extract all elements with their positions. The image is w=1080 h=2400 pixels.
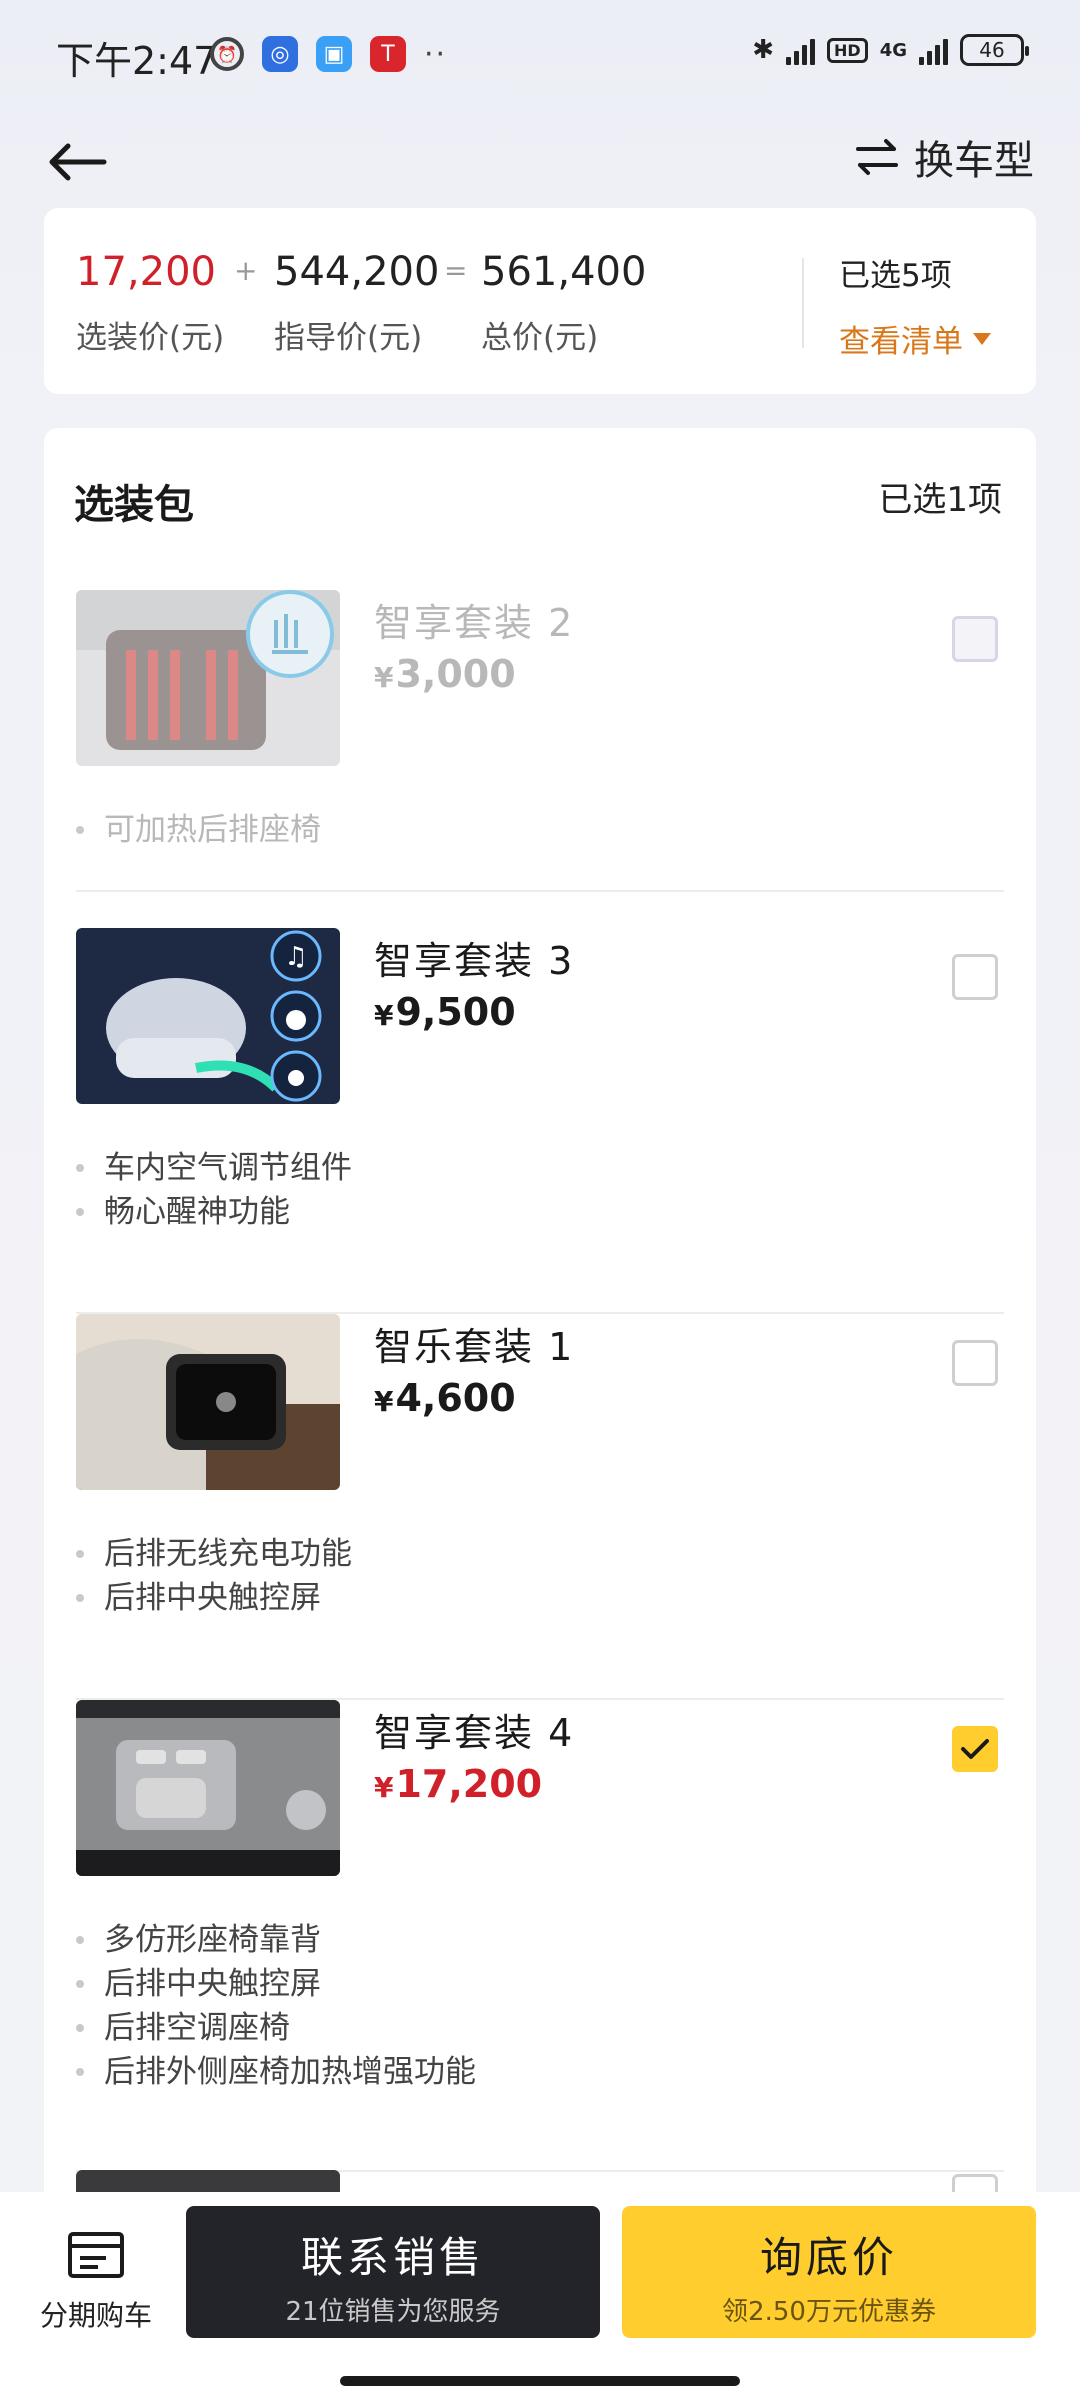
feature-item: 后排中央触控屏 xyxy=(76,1576,352,1620)
package-price: ¥17,200 xyxy=(374,1762,542,1806)
currency-symbol: ¥ xyxy=(374,661,394,694)
currency-symbol: ¥ xyxy=(374,1385,394,1418)
contact-sales-button[interactable]: 联系销售 21位销售为您服务 xyxy=(186,2206,600,2338)
package-name: 智乐套装 1 xyxy=(374,1325,575,1369)
currency-symbol: ¥ xyxy=(374,999,394,1032)
signal-icon xyxy=(786,35,816,65)
feature-item: 后排无线充电功能 xyxy=(76,1532,352,1576)
package-image-air-comfort: ♫ xyxy=(76,928,340,1104)
feature-item: 车内空气调节组件 xyxy=(76,1146,352,1190)
equals-sign: = xyxy=(444,254,468,287)
feature-list: 车内空气调节组件 畅心醒神功能 xyxy=(76,1146,352,1234)
inquiry-price-button[interactable]: 询底价 领2.50万元优惠券 xyxy=(622,2206,1036,2338)
separator xyxy=(76,890,1004,892)
package-price: ¥9,500 xyxy=(374,990,516,1034)
price-value: 17,200 xyxy=(395,1762,543,1806)
section-selected-count: 已选1项 xyxy=(878,480,1002,520)
notification-icons: ⏰ ◎ ▣ T ·· xyxy=(210,36,447,72)
option-packages-card: 选装包 已选1项 智享套装 2 ¥3,000 可加热后排座椅 ♫ 智享套装 3 … xyxy=(44,428,1036,2400)
feature-item: 后排外侧座椅加热增强功能 xyxy=(76,2050,476,2094)
option-price-block: 17,200 选装价(元) xyxy=(76,248,224,357)
signal-icon-2 xyxy=(919,35,948,65)
feature-item: 多仿形座椅靠背 xyxy=(76,1918,476,1962)
checkmark-icon xyxy=(961,1739,989,1759)
status-bar: 下午2:47 ⏰ ◎ ▣ T ·· ✱ HD 4G 46 xyxy=(0,0,1080,110)
package-image-wireless-charging xyxy=(76,1314,340,1490)
currency-symbol: ¥ xyxy=(374,1771,394,1804)
svg-text:♫: ♫ xyxy=(284,942,307,972)
feature-item: 后排空调座椅 xyxy=(76,2006,476,2050)
contact-sales-subtitle: 21位销售为您服务 xyxy=(285,2297,501,2327)
caret-down-icon xyxy=(973,332,991,345)
tesla-app-icon: T xyxy=(370,36,406,72)
guide-price-block: 544,200 指导价(元) xyxy=(274,248,439,357)
package-checkbox-checked[interactable] xyxy=(952,1726,998,1772)
switch-model-label: 换车型 xyxy=(914,138,1034,184)
feature-item: 后排中央触控屏 xyxy=(76,1962,476,2006)
package-image-heated-seats xyxy=(76,590,340,766)
hd-icon: HD xyxy=(827,37,868,63)
switch-model-button[interactable]: 换车型 xyxy=(856,128,1034,186)
package-item[interactable]: 智享套装 2 ¥3,000 可加热后排座椅 xyxy=(44,590,1036,930)
installment-label: 分期购车 xyxy=(39,2299,152,2332)
app-notification-icon: ◎ xyxy=(262,36,298,72)
alarm-icon: ⏰ xyxy=(210,37,244,71)
package-name: 智享套装 3 xyxy=(374,939,575,983)
total-price-block: 561,400 总价(元) xyxy=(481,248,646,357)
price-value: 4,600 xyxy=(395,1376,516,1420)
bottom-action-bar: 分期购车 联系销售 21位销售为您服务 询底价 领2.50万元优惠券 xyxy=(0,2192,1080,2400)
price-value: 3,000 xyxy=(395,652,516,696)
price-summary-card: 17,200 选装价(元) + 544,200 指导价(元) = 561,400… xyxy=(44,208,1036,394)
top-nav: 换车型 xyxy=(0,110,1080,220)
feature-list: 后排无线充电功能 后排中央触控屏 xyxy=(76,1532,352,1620)
installment-button[interactable]: 分期购车 xyxy=(26,2230,166,2334)
status-time: 下午2:47 xyxy=(56,39,218,83)
contact-sales-title: 联系销售 xyxy=(300,2233,485,2282)
price-value: 9,500 xyxy=(395,990,516,1034)
divider xyxy=(802,258,804,348)
plus-sign: + xyxy=(234,254,258,287)
option-price-value: 17,200 xyxy=(76,249,216,295)
selected-count: 已选5项 xyxy=(839,258,952,294)
system-indicators: ✱ HD 4G 46 xyxy=(752,34,1029,66)
view-list-button[interactable]: 查看清单 xyxy=(839,316,991,361)
package-name: 智享套装 2 xyxy=(374,601,575,645)
feature-item: 可加热后排座椅 xyxy=(76,808,321,852)
total-price-label: 总价(元) xyxy=(481,320,599,356)
package-item-selected[interactable]: 智享套装 4 ¥17,200 多仿形座椅靠背 后排中央触控屏 后排空调座椅 后排… xyxy=(44,1700,1036,2180)
network-type: 4G xyxy=(879,39,907,61)
option-price-label: 选装价(元) xyxy=(76,320,225,356)
guide-price-value: 544,200 xyxy=(274,249,440,295)
package-image-seat-controls xyxy=(76,1700,340,1876)
package-price: ¥3,000 xyxy=(374,652,516,696)
arrow-left-icon xyxy=(49,143,107,181)
message-app-icon: ▣ xyxy=(316,36,352,72)
total-price-value: 561,400 xyxy=(481,249,647,295)
bluetooth-icon: ✱ xyxy=(752,35,775,65)
guide-price-label: 指导价(元) xyxy=(274,320,423,356)
more-notifications-icon: ·· xyxy=(424,36,448,72)
package-name: 智享套装 4 xyxy=(374,1711,575,1755)
swap-icon xyxy=(856,139,898,175)
battery-icon: 46 xyxy=(960,34,1029,66)
package-price: ¥4,600 xyxy=(374,1376,516,1420)
package-checkbox[interactable] xyxy=(952,1340,998,1386)
package-item[interactable]: ♫ 智享套装 3 ¥9,500 车内空气调节组件 畅心醒神功能 xyxy=(44,928,1036,1318)
home-indicator[interactable] xyxy=(340,2376,740,2386)
package-checkbox[interactable] xyxy=(952,954,998,1000)
feature-list: 多仿形座椅靠背 后排中央触控屏 后排空调座椅 后排外侧座椅加热增强功能 xyxy=(76,1918,476,2094)
inquiry-price-subtitle: 领2.50万元优惠券 xyxy=(722,2297,936,2327)
feature-item: 畅心醒神功能 xyxy=(76,1190,352,1234)
installment-icon xyxy=(68,2232,124,2278)
section-title: 选装包 xyxy=(74,482,194,528)
back-button[interactable] xyxy=(46,130,110,194)
feature-list: 可加热后排座椅 xyxy=(76,808,321,852)
view-list-label: 查看清单 xyxy=(839,324,963,360)
package-checkbox[interactable] xyxy=(952,616,998,662)
package-item[interactable]: 智乐套装 1 ¥4,600 后排无线充电功能 后排中央触控屏 xyxy=(44,1314,1036,1704)
inquiry-price-title: 询底价 xyxy=(759,2233,898,2282)
